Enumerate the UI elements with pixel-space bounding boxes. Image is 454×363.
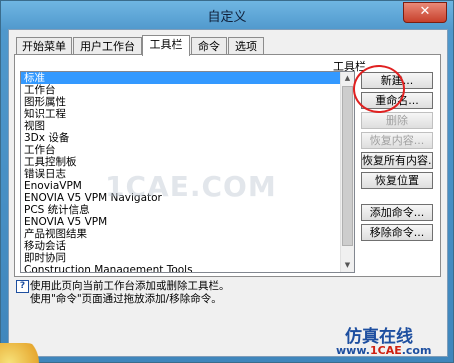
tab-user-workbench[interactable]: 用户工作台 (73, 37, 142, 55)
toolbars-panel: 工具栏 标准 工作台 图形属性 知识工程 视图 3Dx 设备 工作台 工具控制板 错误日志 Eno… (14, 54, 441, 277)
toolbar-list-item[interactable]: Construction Management Tools (21, 264, 340, 272)
watermark-url: www.1CAE.com (336, 344, 431, 357)
help-line-2: 使用"命令"页面通过拖放添加/移除命令。 (30, 293, 222, 305)
toolbar-list-item[interactable]: 即时协同 (21, 252, 340, 264)
toolbar-list-item[interactable]: 工作台 (21, 144, 340, 156)
help-text: ? 使用此页向当前工作台添加或删除工具栏。 使用"命令"页面通过拖放添加/移除命… (16, 280, 436, 310)
delete-toolbar-button[interactable]: 删除 (361, 112, 433, 129)
restore-content-button[interactable]: 恢复内容... (361, 132, 433, 149)
title-bar[interactable]: 自定义 ✕ (1, 1, 453, 29)
tab-start-menu[interactable]: 开始菜单 (16, 37, 72, 55)
toolbar-list-item[interactable]: 3Dx 设备 (21, 132, 340, 144)
watermark-url-brand: 1CAE (369, 344, 402, 357)
restore-all-button[interactable]: 恢复所有内容... (361, 152, 433, 169)
tab-commands[interactable]: 命令 (191, 37, 227, 55)
toolbar-list-item[interactable]: 移动会话 (21, 240, 340, 252)
tab-options[interactable]: 选项 (228, 37, 264, 55)
remove-command-button[interactable]: 移除命令... (361, 224, 433, 241)
annotation-circle (353, 65, 405, 113)
scroll-down-icon[interactable]: ▼ (341, 259, 354, 272)
toolbar-list-item[interactable]: 工作台 (21, 84, 340, 96)
toolbar-list-item[interactable]: 标准 (21, 72, 340, 84)
restore-position-button[interactable]: 恢复位置 (361, 172, 433, 189)
toolbar-list-item[interactable]: 工具控制板 (21, 156, 340, 168)
tab-toolbars[interactable]: 工具栏 (142, 35, 190, 56)
watermark-url-prefix: www. (336, 344, 370, 357)
toolbar-list-item[interactable]: PCS 统计信息 (21, 204, 340, 216)
toolbar-list-item[interactable]: 图形属性 (21, 96, 340, 108)
toolbar-list-item[interactable]: 知识工程 (21, 108, 340, 120)
toolbar-list-item[interactable]: ENOVIA V5 VPM (21, 216, 340, 228)
add-command-button[interactable]: 添加命令... (361, 204, 433, 221)
scroll-up-icon[interactable]: ▲ (341, 72, 354, 85)
help-line-1: 使用此页向当前工作台添加或删除工具栏。 (30, 280, 230, 292)
help-icon: ? (16, 280, 29, 293)
scroll-thumb[interactable] (342, 86, 353, 246)
dialog-title: 自定义 (207, 10, 247, 25)
watermark-center: 1CAE.COM (105, 170, 277, 203)
close-button[interactable]: ✕ (403, 2, 447, 23)
toolbar-list-item[interactable]: 视图 (21, 120, 340, 132)
toolbar-list-item[interactable]: 产品视图结果 (21, 228, 340, 240)
watermark-url-suffix: .com (401, 344, 432, 357)
list-scrollbar[interactable]: ▲ ▼ (340, 72, 354, 272)
